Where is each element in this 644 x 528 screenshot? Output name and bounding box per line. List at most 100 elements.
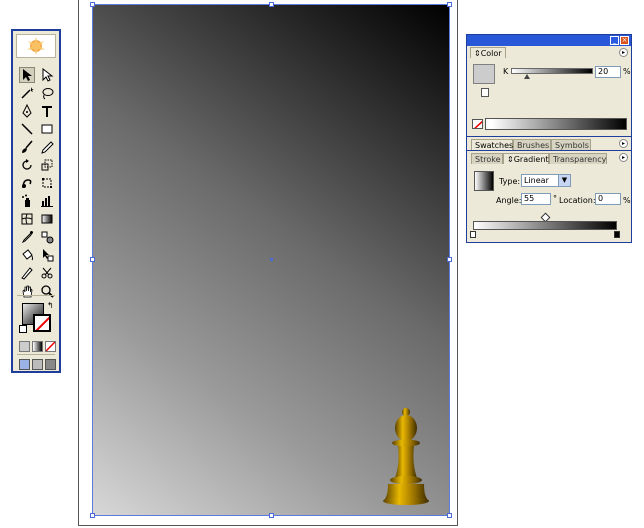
tab-label: Gradient	[513, 155, 549, 164]
live-paint-bucket-tool[interactable]	[20, 248, 34, 262]
scale-tool[interactable]	[40, 158, 54, 172]
tab-arrows-icon: ⇕	[474, 49, 481, 58]
rectangle-icon	[41, 124, 53, 134]
k-slider[interactable]	[511, 68, 593, 74]
blend-tool[interactable]	[40, 230, 54, 244]
close-button[interactable]: ×	[620, 36, 629, 45]
tab-brushes[interactable]: Brushes	[513, 139, 551, 150]
symbol-sprayer-tool[interactable]	[20, 194, 34, 208]
rectangle-tool[interactable]	[40, 122, 54, 136]
panel-menu-button[interactable]: ▸	[619, 153, 628, 162]
resize-handle-top-right[interactable]	[447, 2, 452, 7]
toolbox-divider	[17, 295, 55, 296]
eyedropper-tool[interactable]	[20, 230, 34, 244]
app-logo-icon[interactable]	[16, 34, 56, 58]
angle-input[interactable]: 55	[521, 193, 551, 205]
swatches-panel-group: Swatches Brushes Symbols ▸	[466, 137, 632, 151]
live-paint-selection-tool[interactable]	[40, 248, 54, 262]
blend-icon	[41, 231, 54, 244]
k-channel-label: K	[503, 67, 509, 76]
resize-handle-right[interactable]	[447, 257, 452, 262]
tab-color[interactable]: ⇕Color	[470, 47, 506, 58]
none-mode-button[interactable]	[45, 341, 56, 352]
resize-handle-bottom-left[interactable]	[90, 513, 95, 518]
paintbrush-icon	[22, 140, 33, 153]
gradient-stop[interactable]	[470, 231, 476, 238]
tab-symbols[interactable]: Symbols	[551, 139, 591, 150]
scale-icon	[41, 159, 53, 171]
k-unit-label: %	[623, 67, 631, 76]
tab-transparency[interactable]: Transparency	[549, 153, 607, 164]
tab-label: Swatches	[475, 141, 514, 150]
column-graph-icon	[41, 196, 53, 207]
gradient-panel: Stroke ⇕Gradient Transparency ▸ Type: Line…	[466, 151, 632, 243]
k-value-input[interactable]: 20	[595, 66, 621, 78]
fill-color-swatch[interactable]	[473, 64, 495, 84]
gradient-type-select[interactable]: Linear ▼	[521, 174, 571, 187]
gradient-slider-bar[interactable]	[473, 221, 617, 230]
tab-gradient[interactable]: ⇕Gradient	[503, 153, 549, 164]
pen-tool[interactable]	[20, 104, 34, 118]
out-of-gamut-icon[interactable]	[481, 88, 489, 97]
free-transform-tool[interactable]	[40, 176, 54, 190]
eyedropper-icon	[21, 231, 33, 244]
lasso-tool[interactable]	[40, 86, 54, 100]
live-paint-selection-icon	[43, 249, 54, 262]
scissors-tool[interactable]	[40, 266, 54, 280]
selection-icon	[23, 69, 32, 81]
stroke-swatch[interactable]	[33, 314, 51, 332]
gradient-stop[interactable]	[614, 231, 620, 238]
resize-handle-left[interactable]	[90, 257, 95, 262]
resize-handle-top-left[interactable]	[90, 2, 95, 7]
tab-stroke[interactable]: Stroke	[471, 153, 503, 164]
location-unit-label: %	[623, 196, 631, 205]
selection-tool[interactable]	[19, 67, 35, 83]
scissors-icon	[41, 267, 53, 279]
panel-menu-button[interactable]: ▸	[619, 48, 628, 57]
color-spectrum-bar[interactable]	[485, 118, 627, 130]
degree-symbol: °	[553, 194, 557, 203]
standard-screen-mode-button[interactable]	[19, 359, 30, 370]
pencil-tool[interactable]	[40, 140, 54, 154]
magic-wand-tool[interactable]	[20, 86, 34, 100]
panel-menu-button[interactable]: ▸	[619, 139, 628, 148]
location-input[interactable]: 0	[595, 193, 621, 205]
warp-tool[interactable]	[20, 176, 34, 190]
slice-tool[interactable]	[20, 266, 34, 280]
resize-handle-bottom-right[interactable]	[447, 513, 452, 518]
column-graph-tool[interactable]	[40, 194, 54, 208]
resize-handle-top[interactable]	[269, 2, 274, 7]
none-color-button[interactable]	[472, 119, 483, 129]
line-segment-icon	[21, 123, 33, 135]
gradient-mode-button[interactable]	[32, 341, 43, 352]
resize-handle-bottom[interactable]	[269, 513, 274, 518]
selection-center-point	[270, 258, 273, 261]
gradient-tool[interactable]	[40, 212, 54, 226]
panel-titlebar[interactable]: _ ×	[467, 35, 631, 46]
tab-label: Transparency	[553, 155, 607, 164]
gradient-preview-swatch[interactable]	[474, 171, 494, 191]
rotate-icon	[22, 159, 32, 170]
mesh-tool[interactable]	[20, 212, 34, 226]
minimize-button[interactable]: _	[610, 36, 619, 45]
default-fill-stroke-icon[interactable]	[19, 325, 27, 333]
free-transform-icon	[42, 178, 52, 188]
tab-swatches[interactable]: Swatches	[471, 139, 513, 150]
color-mode-button[interactable]	[19, 341, 30, 352]
full-screen-menu-mode-button[interactable]	[32, 359, 43, 370]
symbol-sprayer-icon	[22, 194, 30, 207]
swap-fill-stroke-icon[interactable]: ↰	[47, 301, 54, 310]
direct-selection-icon	[42, 68, 54, 82]
chess-pawn-illustration[interactable]	[378, 406, 430, 506]
type-label: Type:	[499, 177, 521, 186]
direct-selection-tool[interactable]	[40, 68, 54, 82]
chevron-down-icon[interactable]: ▼	[558, 175, 570, 186]
line-segment-tool[interactable]	[20, 122, 34, 136]
rotate-tool[interactable]	[20, 158, 34, 172]
k-slider-thumb[interactable]	[524, 74, 531, 79]
paintbrush-tool[interactable]	[20, 140, 34, 154]
type-tool[interactable]	[40, 104, 54, 118]
mesh-icon	[21, 213, 33, 225]
color-panel: _ × ⇕Color ▸ K 20 %	[466, 34, 632, 137]
full-screen-mode-button[interactable]	[45, 359, 56, 370]
